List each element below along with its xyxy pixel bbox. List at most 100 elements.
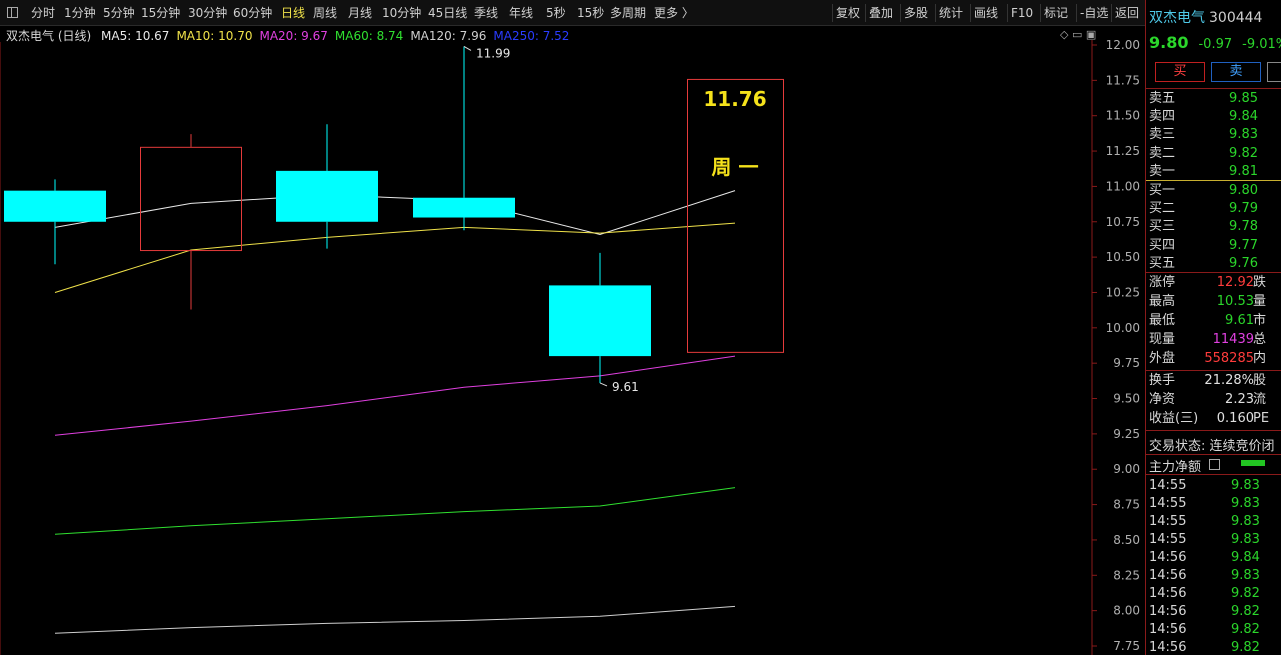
bid-label: 买二 bbox=[1149, 201, 1176, 217]
candle-body-down bbox=[413, 197, 515, 218]
ma-line-ma60 bbox=[54, 487, 736, 535]
tick-time: 14:55 bbox=[1149, 532, 1187, 547]
divider bbox=[1146, 88, 1281, 89]
bid-row[interactable]: 买五 9.76 bbox=[1146, 255, 1281, 273]
tick-price: 9.83 bbox=[1231, 568, 1260, 583]
period-tab-16[interactable]: 更多 〉 bbox=[654, 0, 694, 26]
tick-row: 14:56 9.82 bbox=[1146, 603, 1281, 621]
stat-label: 外盘 bbox=[1149, 351, 1176, 366]
quote-stock-code: 300444 bbox=[1209, 10, 1263, 26]
y-tick-label: 8.00 bbox=[1113, 604, 1140, 618]
tick-price: 9.83 bbox=[1231, 496, 1260, 511]
toolbar-separator bbox=[900, 4, 901, 22]
tool-button-1[interactable]: 叠加 bbox=[869, 0, 893, 26]
ask-row[interactable]: 卖一 9.81 bbox=[1146, 163, 1281, 181]
toolbar-separator bbox=[970, 4, 971, 22]
ask-row[interactable]: 卖五 9.85 bbox=[1146, 90, 1281, 108]
y-tick-label: 8.75 bbox=[1113, 498, 1140, 512]
tick-row: 14:56 9.82 bbox=[1146, 639, 1281, 655]
ask-price: 9.81 bbox=[1229, 163, 1258, 179]
ma-line-ma20 bbox=[54, 355, 736, 436]
period-tab-1[interactable]: 1分钟 bbox=[64, 0, 96, 26]
period-tab-11[interactable]: 季线 bbox=[474, 0, 498, 26]
period-tab-2[interactable]: 5分钟 bbox=[103, 0, 135, 26]
period-tab-15[interactable]: 多周期 bbox=[610, 0, 646, 26]
bid-row[interactable]: 买二 9.79 bbox=[1146, 200, 1281, 218]
tick-price: 9.82 bbox=[1231, 640, 1260, 655]
legend-item-4: MA120: 7.96 bbox=[410, 29, 487, 43]
divider bbox=[1146, 454, 1281, 455]
panel-toggle-icon[interactable] bbox=[7, 7, 18, 18]
tool-button-8[interactable]: 返回 bbox=[1115, 0, 1139, 26]
hover-bar-weekday: 周 一 bbox=[712, 155, 759, 179]
stat2-label: 收益(三) bbox=[1149, 411, 1199, 426]
period-tab-6[interactable]: 日线 bbox=[281, 0, 305, 26]
bid-row[interactable]: 买四 9.77 bbox=[1146, 237, 1281, 255]
ma-legend: 双杰电气 (日线) MA5: 10.67 MA10: 10.70 MA20: 9.6… bbox=[6, 27, 576, 43]
ask-price: 9.84 bbox=[1229, 109, 1258, 125]
ask-label: 卖二 bbox=[1149, 145, 1176, 161]
ask-row[interactable]: 卖三 9.83 bbox=[1146, 126, 1281, 144]
period-tab-7[interactable]: 周线 bbox=[313, 0, 337, 26]
legend-stock-name: 双杰电气 (日线) bbox=[6, 29, 92, 43]
y-tick-label: 11.75 bbox=[1106, 73, 1140, 87]
period-tab-8[interactable]: 月线 bbox=[348, 0, 372, 26]
stat-extra: 市 bbox=[1253, 313, 1267, 328]
stat2-row: 收益(三) 0.160 PE bbox=[1146, 410, 1281, 428]
quote-title: 双杰电气 300444 bbox=[1149, 7, 1262, 27]
y-tick-label: 9.25 bbox=[1113, 427, 1140, 441]
tick-price: 9.84 bbox=[1231, 550, 1260, 565]
period-tab-4[interactable]: 30分钟 bbox=[188, 0, 227, 26]
period-tab-3[interactable]: 15分钟 bbox=[141, 0, 180, 26]
annotation-label: 9.61 bbox=[612, 380, 639, 394]
period-tab-13[interactable]: 5秒 bbox=[546, 0, 566, 26]
ma-line-ma5 bbox=[54, 190, 736, 236]
stat-label: 最高 bbox=[1149, 294, 1176, 309]
y-tick-label: 11.25 bbox=[1106, 144, 1140, 158]
toolbar-separator bbox=[1040, 4, 1041, 22]
flow-bar bbox=[1241, 460, 1265, 466]
bid-label: 买四 bbox=[1149, 237, 1176, 253]
tool-button-6[interactable]: 标记 bbox=[1044, 0, 1068, 26]
tool-button-2[interactable]: 多股 bbox=[904, 0, 928, 26]
y-tick-label: 10.50 bbox=[1106, 250, 1140, 264]
period-tab-12[interactable]: 年线 bbox=[509, 0, 533, 26]
period-tab-5[interactable]: 60分钟 bbox=[233, 0, 272, 26]
candle-body-down bbox=[276, 170, 378, 222]
toolbar-separator bbox=[865, 4, 866, 22]
tool-button-7[interactable]: -自选 bbox=[1080, 0, 1108, 26]
bid-row[interactable]: 买三 9.78 bbox=[1146, 218, 1281, 236]
ask-price: 9.85 bbox=[1229, 91, 1258, 106]
tool-button-0[interactable]: 复权 bbox=[836, 0, 860, 26]
ask-row[interactable]: 卖四 9.84 bbox=[1146, 108, 1281, 126]
ask-label: 卖一 bbox=[1149, 163, 1176, 179]
chart-window-icons[interactable]: ◇ ▭ ▣ bbox=[1060, 28, 1096, 41]
extra-button[interactable] bbox=[1267, 62, 1281, 82]
tick-time: 14:55 bbox=[1149, 496, 1187, 511]
tick-time: 14:56 bbox=[1149, 604, 1187, 619]
ask-row[interactable]: 卖二 9.82 bbox=[1146, 145, 1281, 163]
sell-button[interactable]: 卖 bbox=[1211, 62, 1261, 82]
stat-row: 涨停 12.92 跌 bbox=[1146, 274, 1281, 292]
tool-button-3[interactable]: 统计 bbox=[939, 0, 963, 26]
divider bbox=[1146, 272, 1281, 273]
y-tick-label: 7.75 bbox=[1113, 639, 1140, 653]
price-change: -0.97 bbox=[1198, 37, 1233, 52]
period-tab-0[interactable]: 分时 bbox=[31, 0, 55, 26]
tick-row: 14:55 9.83 bbox=[1146, 495, 1281, 513]
divider bbox=[1146, 430, 1281, 431]
kline-chart[interactable]: 12.00 11.75 11.50 11.25 11.00 10.75 10.50 10.25… bbox=[0, 0, 1145, 655]
tick-time: 14:56 bbox=[1149, 640, 1187, 655]
period-tab-9[interactable]: 10分钟 bbox=[382, 0, 421, 26]
bid-row[interactable]: 买一 9.80 bbox=[1146, 182, 1281, 200]
tool-button-5[interactable]: F10 bbox=[1011, 0, 1033, 26]
period-tab-10[interactable]: 45日线 bbox=[428, 0, 467, 26]
buy-button[interactable]: 买 bbox=[1155, 62, 1205, 82]
y-tick-label: 10.25 bbox=[1106, 285, 1140, 299]
tick-row: 14:56 9.83 bbox=[1146, 567, 1281, 585]
flow-detail-icon[interactable] bbox=[1209, 459, 1220, 470]
period-tab-14[interactable]: 15秒 bbox=[577, 0, 604, 26]
tool-button-4[interactable]: 画线 bbox=[974, 0, 998, 26]
quote-stock-name: 双杰电气 bbox=[1149, 10, 1205, 26]
stat-row: 现量 11439 总 bbox=[1146, 331, 1281, 349]
